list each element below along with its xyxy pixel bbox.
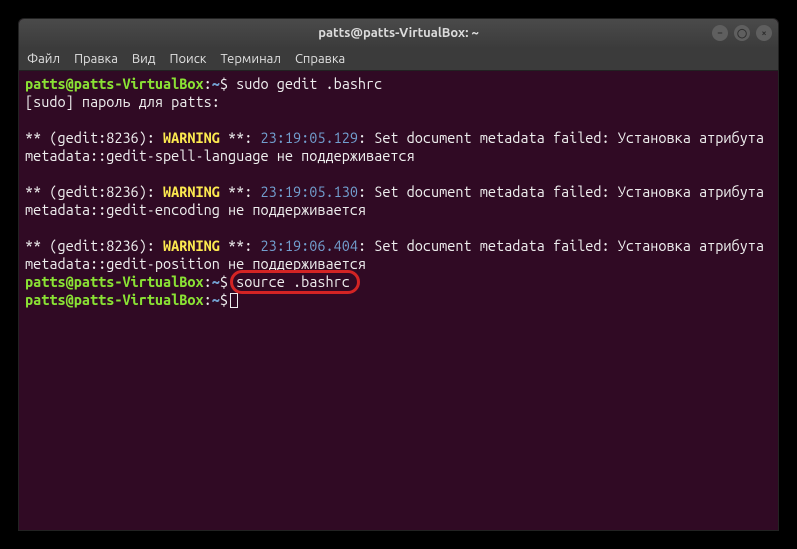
terminal-line: patts@patts-VirtualBox:~$ sudo gedit .ba… <box>25 75 772 93</box>
timestamp: 23:19:06.404 <box>261 237 358 254</box>
timestamp: 23:19:05.130 <box>261 183 358 200</box>
prompt-sep: : <box>204 75 212 92</box>
timestamp: 23:19:05.129 <box>261 129 358 146</box>
prompt-path: ~ <box>212 291 220 308</box>
menu-view[interactable]: Вид <box>132 52 156 66</box>
cursor-icon <box>230 293 238 308</box>
warning-label: WARNING <box>163 183 220 200</box>
close-icon[interactable]: × <box>756 25 772 41</box>
menu-edit[interactable]: Правка <box>74 52 118 66</box>
prompt-user-host: patts@patts-VirtualBox <box>25 75 204 92</box>
command-text: source .bashrc <box>236 273 350 290</box>
command-text: sudo gedit .bashrc <box>228 75 382 92</box>
menu-search[interactable]: Поиск <box>169 52 206 66</box>
prompt-sign: $ <box>220 273 228 290</box>
terminal-line: ** (gedit:8236): WARNING **: 23:19:05.13… <box>25 183 772 219</box>
prompt-sep: : <box>204 273 212 290</box>
menu-help[interactable]: Справка <box>295 52 345 66</box>
prompt-sign: $ <box>220 75 228 92</box>
terminal-line <box>25 165 772 183</box>
window-controls: – ◯ × <box>712 25 772 41</box>
prompt-sign: $ <box>220 291 228 308</box>
prompt-path: ~ <box>212 75 220 92</box>
maximize-icon[interactable]: ◯ <box>734 25 750 41</box>
terminal-line <box>25 219 772 237</box>
minimize-icon[interactable]: – <box>712 25 728 41</box>
menubar: Файл Правка Вид Поиск Терминал Справка <box>19 47 778 71</box>
terminal-line: patts@patts-VirtualBox:~$ source .bashrc <box>25 273 772 291</box>
terminal-line <box>25 111 772 129</box>
window-title: patts@patts-VirtualBox: ~ <box>318 26 479 40</box>
terminal-line: [sudo] пароль для patts: <box>25 93 772 111</box>
warning-label: WARNING <box>163 237 220 254</box>
prompt-sep: : <box>204 291 212 308</box>
menu-terminal[interactable]: Терминал <box>220 52 280 66</box>
terminal-line: ** (gedit:8236): WARNING **: 23:19:06.40… <box>25 237 772 273</box>
prompt-path: ~ <box>212 273 220 290</box>
prompt-user-host: patts@patts-VirtualBox <box>25 291 204 308</box>
warning-label: WARNING <box>163 129 220 146</box>
terminal-window: patts@patts-VirtualBox: ~ – ◯ × Файл Пра… <box>18 18 779 531</box>
prompt-user-host: patts@patts-VirtualBox <box>25 273 204 290</box>
menu-file[interactable]: Файл <box>27 52 60 66</box>
terminal-body[interactable]: patts@patts-VirtualBox:~$ sudo gedit .ba… <box>19 71 778 313</box>
terminal-line: ** (gedit:8236): WARNING **: 23:19:05.12… <box>25 129 772 165</box>
terminal-line: patts@patts-VirtualBox:~$ <box>25 291 772 309</box>
highlighted-command: source .bashrc <box>236 273 350 291</box>
titlebar: patts@patts-VirtualBox: ~ – ◯ × <box>19 19 778 47</box>
